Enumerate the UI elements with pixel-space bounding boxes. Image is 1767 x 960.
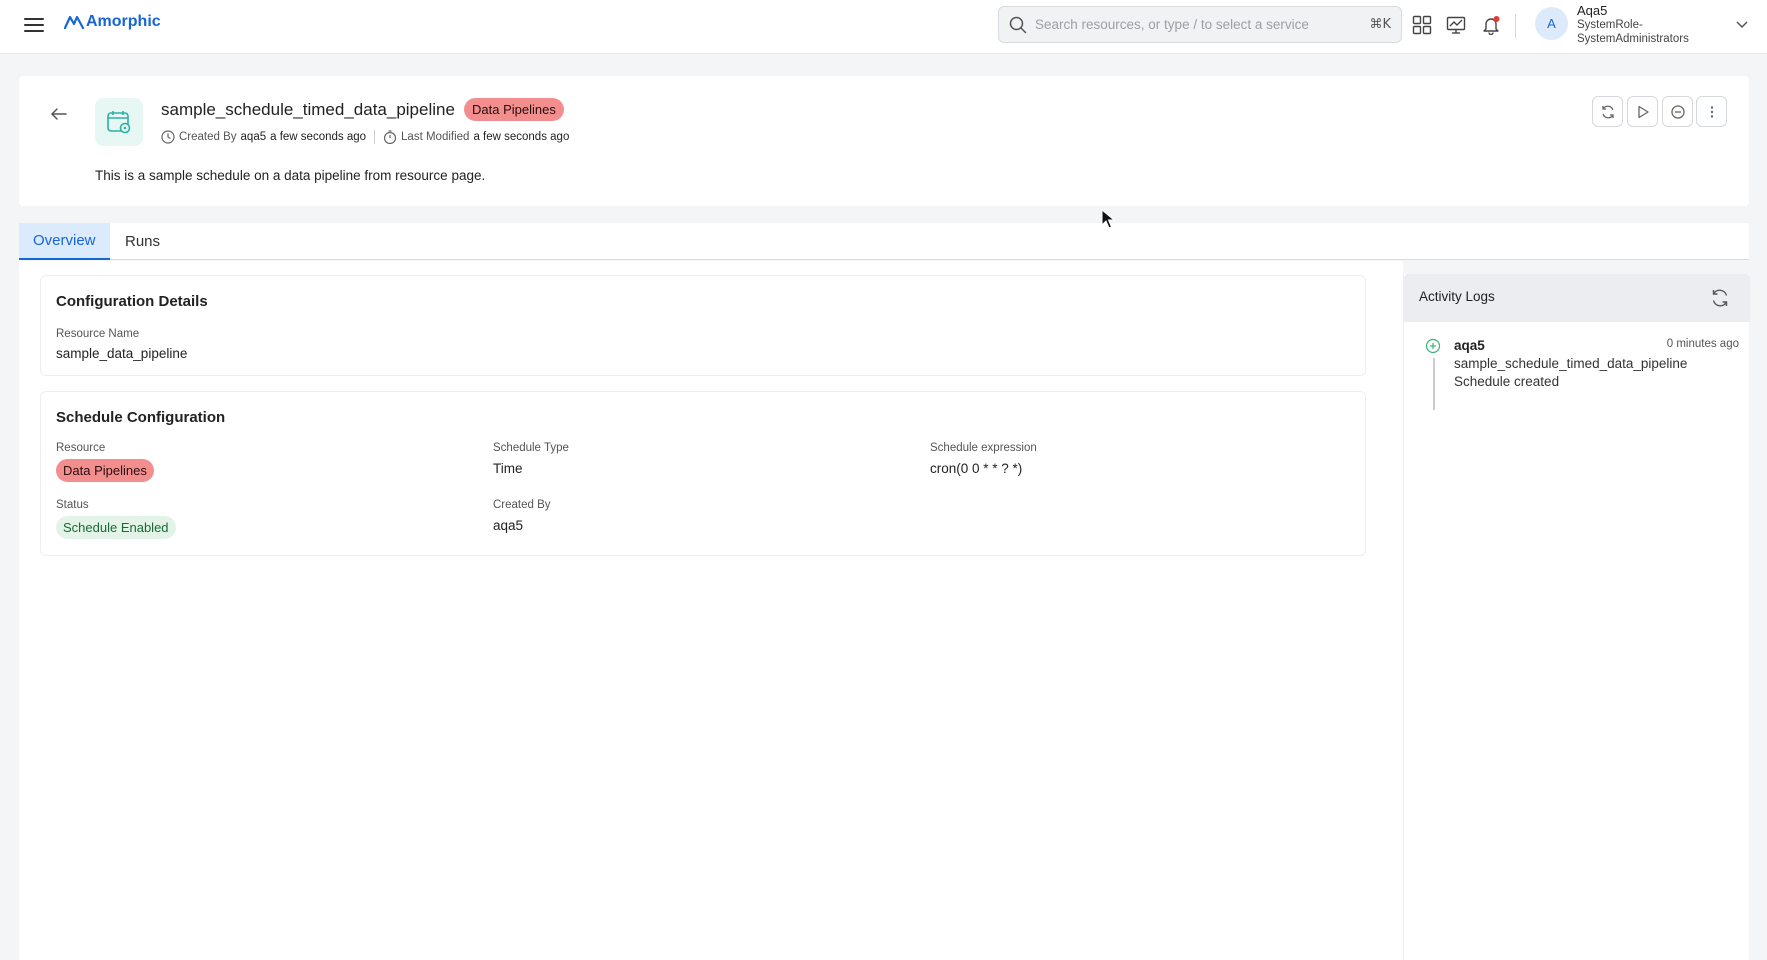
last-modified-time: a few seconds ago <box>473 131 570 143</box>
metadata-row: Created By aqa5 a few seconds ago Last M… <box>161 130 573 144</box>
resource-name-label: Resource Name <box>56 328 140 340</box>
schedule-type-value: Time <box>493 461 523 476</box>
log-entry-action: Schedule created <box>1454 374 1560 389</box>
meta-divider <box>374 130 376 144</box>
resource-type-icon <box>95 98 143 146</box>
search-icon <box>1009 16 1027 33</box>
schedule-configuration-title: Schedule Configuration <box>56 409 226 426</box>
clock-icon <box>161 130 175 144</box>
page-title: sample_schedule_timed_data_pipeline <box>161 100 455 119</box>
logo-mark-icon <box>64 15 84 30</box>
activity-logs-title: Activity Logs <box>1419 289 1495 304</box>
disable-button[interactable] <box>1662 96 1693 127</box>
created-by-label: Created By <box>179 131 237 143</box>
schedule-expression-value: cron(0 0 * * ? *) <box>930 461 1023 476</box>
user-name: Aqa5 <box>1577 3 1608 18</box>
resource-badge: Data Pipelines <box>56 459 154 482</box>
refresh-icon[interactable] <box>1710 288 1730 308</box>
user-info[interactable]: Aqa5 SystemRole-SystemAdministrators <box>1577 4 1697 46</box>
tab-overview[interactable]: Overview <box>19 223 110 260</box>
tab-bar: Overview Runs <box>19 223 1749 260</box>
chevron-down-icon[interactable] <box>1735 18 1749 32</box>
amorphic-logo[interactable]: Amorphic <box>64 13 161 31</box>
kebab-icon <box>1710 105 1713 118</box>
play-icon <box>1637 105 1649 118</box>
log-entry-time: 0 minutes ago <box>1666 338 1739 350</box>
resource-description: This is a sample schedule on a data pipe… <box>95 168 486 183</box>
log-entry-resource: sample_schedule_timed_data_pipeline <box>1454 356 1688 371</box>
created-by-field-value: aqa5 <box>493 518 524 533</box>
resource-type-badge: Data Pipelines <box>464 98 564 121</box>
user-role: SystemRole-SystemAdministrators <box>1577 19 1689 45</box>
log-entry-user: aqa5 <box>1454 338 1485 353</box>
apps-grid-icon[interactable] <box>1411 14 1433 36</box>
status-badge: Schedule Enabled <box>56 516 176 539</box>
created-by-user: aqa5 <box>240 131 267 143</box>
resource-label: Resource <box>56 442 106 454</box>
last-modified-label: Last Modified <box>401 131 470 143</box>
status-label: Status <box>56 499 89 511</box>
user-avatar[interactable]: A <box>1535 7 1568 40</box>
refresh-icon <box>1601 105 1614 118</box>
plus-circle-icon <box>1425 338 1441 354</box>
created-by-field-label: Created By <box>493 499 551 511</box>
refresh-button[interactable] <box>1592 96 1623 127</box>
overview-panel: Configuration Details Resource Name samp… <box>19 261 1403 960</box>
top-bar: Amorphic ⌘K A Aqa5 <box>0 0 1767 54</box>
toolbar-divider <box>1515 14 1516 38</box>
schedule-expression-label: Schedule expression <box>930 442 1037 454</box>
timeline-line <box>1433 358 1435 410</box>
calendar-gear-icon <box>107 111 131 134</box>
arrow-left-icon[interactable] <box>49 104 69 124</box>
configuration-details-card: Configuration Details Resource Name samp… <box>40 275 1366 376</box>
monitor-chart-icon[interactable] <box>1445 14 1467 36</box>
search-input[interactable] <box>1035 17 1370 32</box>
run-button[interactable] <box>1627 96 1658 127</box>
tab-runs[interactable]: Runs <box>111 223 174 260</box>
schedule-configuration-card: Schedule Configuration Resource Data Pip… <box>40 391 1366 556</box>
search-bar[interactable]: ⌘K <box>998 6 1402 43</box>
activity-logs-header: Activity Logs <box>1404 274 1750 322</box>
notifications-bell-icon[interactable] <box>1480 14 1502 36</box>
timer-icon <box>383 130 397 144</box>
mouse-cursor-icon <box>1101 209 1115 229</box>
created-time: a few seconds ago <box>270 131 367 143</box>
resource-header: sample_schedule_timed_data_pipeline Data… <box>19 76 1749 206</box>
more-options-button[interactable] <box>1696 96 1727 127</box>
activity-logs-panel: Activity Logs aqa5 0 minutes ago sample_… <box>1403 274 1750 960</box>
logo-text: Amorphic <box>86 13 161 30</box>
schedule-type-label: Schedule Type <box>493 442 569 454</box>
search-shortcut: ⌘K <box>1369 17 1391 32</box>
resource-name-value: sample_data_pipeline <box>56 346 188 361</box>
hamburger-menu-icon[interactable] <box>24 16 46 34</box>
minus-circle-icon <box>1670 104 1685 119</box>
configuration-details-title: Configuration Details <box>56 293 208 310</box>
